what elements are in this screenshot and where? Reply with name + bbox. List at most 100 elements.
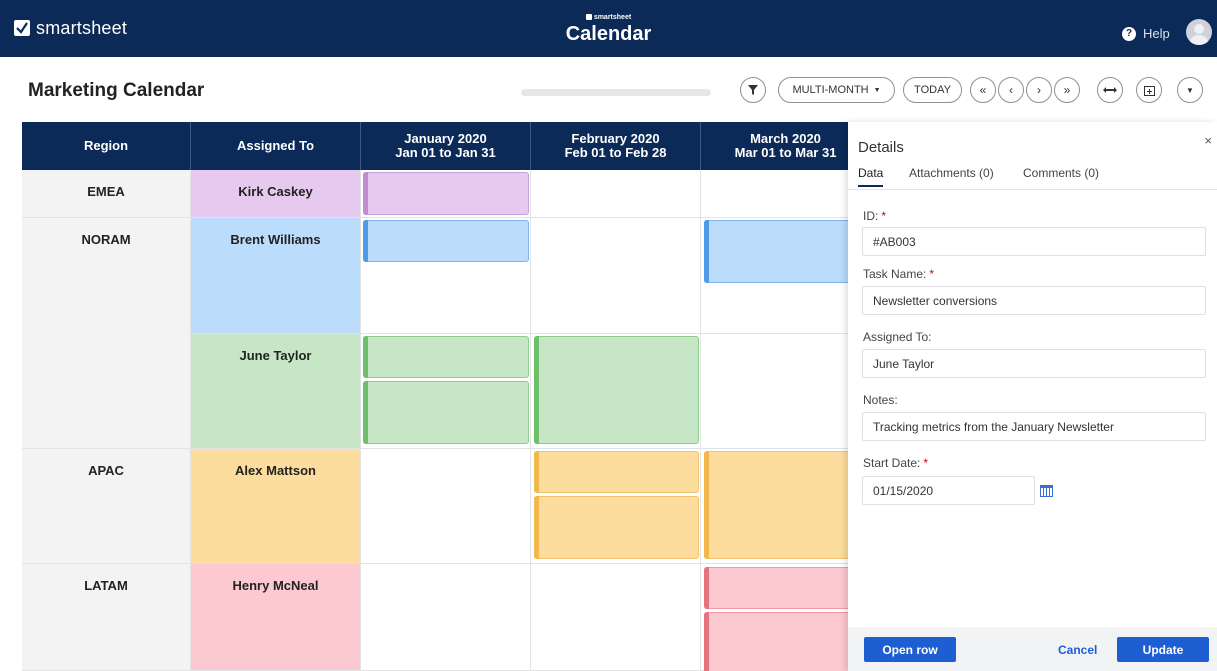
calendar-picker-icon[interactable] bbox=[1040, 485, 1053, 497]
header-label: January 2020 bbox=[404, 131, 487, 146]
calendar-grid: Region Assigned To January 2020 Jan 01 t… bbox=[22, 122, 870, 671]
filter-button[interactable] bbox=[740, 77, 766, 103]
event-bar[interactable] bbox=[363, 172, 529, 215]
event-bar[interactable] bbox=[704, 612, 870, 671]
event-bar-selected[interactable] bbox=[363, 381, 529, 444]
filter-icon bbox=[748, 85, 758, 95]
column-header-january[interactable]: January 2020 Jan 01 to Jan 31 bbox=[361, 122, 531, 170]
id-field[interactable]: #AB003 bbox=[862, 227, 1206, 256]
column-header-february[interactable]: February 2020 Feb 01 to Feb 28 bbox=[531, 122, 701, 170]
top-bar: smartsheet smartsheet Calendar ? Help bbox=[0, 0, 1217, 57]
tab-comments[interactable]: Comments (0) bbox=[1023, 166, 1099, 180]
details-title: Details bbox=[858, 139, 904, 156]
day-cell[interactable] bbox=[701, 170, 870, 218]
required-mark: * bbox=[923, 456, 929, 470]
required-mark: * bbox=[881, 209, 887, 223]
region-label: APAC bbox=[88, 463, 124, 478]
header-range: Mar 01 to Mar 31 bbox=[734, 145, 837, 160]
event-bar[interactable] bbox=[363, 336, 529, 378]
assignee-label: June Taylor bbox=[239, 348, 312, 363]
first-page-button[interactable]: « bbox=[970, 77, 996, 103]
header-label: Region bbox=[83, 138, 129, 153]
view-mode-dropdown[interactable]: MULTI-MONTH ▼ bbox=[778, 77, 895, 103]
prev-icon: ‹ bbox=[1009, 83, 1013, 97]
assignee-label: Kirk Caskey bbox=[238, 184, 313, 199]
region-label: LATAM bbox=[84, 578, 128, 593]
details-panel: Details × Data Attachments (0) Comments … bbox=[848, 122, 1217, 671]
id-label-text: ID: bbox=[863, 209, 879, 223]
assignee-cell-june-taylor[interactable]: June Taylor bbox=[191, 334, 361, 449]
help-icon: ? bbox=[1122, 26, 1136, 41]
assignee-cell-alex-mattson[interactable]: Alex Mattson bbox=[191, 449, 361, 564]
next-button[interactable]: › bbox=[1026, 77, 1052, 103]
event-bar[interactable] bbox=[704, 220, 870, 283]
prev-button[interactable]: ‹ bbox=[998, 77, 1024, 103]
event-bar[interactable] bbox=[534, 496, 699, 559]
column-header-assigned[interactable]: Assigned To bbox=[191, 122, 361, 170]
more-icon: ▼ bbox=[1186, 85, 1194, 95]
region-label: NORAM bbox=[81, 232, 131, 247]
next-icon: › bbox=[1037, 83, 1041, 97]
region-cell-emea: EMEA bbox=[22, 170, 191, 218]
day-cell[interactable] bbox=[701, 334, 870, 449]
event-bar[interactable] bbox=[704, 567, 870, 609]
event-bar[interactable] bbox=[704, 451, 870, 559]
open-row-button[interactable]: Open row bbox=[864, 637, 956, 662]
region-cell-latam: LATAM bbox=[22, 564, 191, 671]
more-options-button[interactable]: ▼ bbox=[1177, 77, 1203, 103]
app-title: Calendar bbox=[565, 23, 652, 45]
avatar-head bbox=[1194, 24, 1204, 34]
notes-label: Notes: bbox=[863, 393, 898, 407]
day-cell[interactable] bbox=[531, 170, 701, 218]
header-label: March 2020 bbox=[750, 131, 821, 146]
day-cell[interactable] bbox=[361, 564, 531, 671]
update-button[interactable]: Update bbox=[1117, 637, 1209, 662]
caret-down-icon: ▼ bbox=[873, 86, 881, 94]
region-cell-noram: NORAM bbox=[22, 218, 191, 449]
notes-field[interactable]: Tracking metrics from the January Newsle… bbox=[862, 412, 1206, 441]
event-bar[interactable] bbox=[534, 451, 699, 493]
assignee-cell-brent-williams[interactable]: Brent Williams bbox=[191, 218, 361, 334]
last-page-button[interactable]: » bbox=[1054, 77, 1080, 103]
page-title: Marketing Calendar bbox=[28, 80, 205, 101]
assignee-label: Alex Mattson bbox=[235, 463, 316, 478]
event-bar[interactable] bbox=[534, 336, 699, 444]
column-header-region[interactable]: Region bbox=[22, 122, 191, 170]
assignee-label: Henry McNeal bbox=[232, 578, 319, 593]
date-navigation: « ‹ › » bbox=[970, 77, 1080, 103]
calendar-add-button[interactable] bbox=[1136, 77, 1162, 103]
app-title-block: smartsheet Calendar bbox=[0, 12, 1217, 46]
assignee-cell-kirk-caskey[interactable]: Kirk Caskey bbox=[191, 170, 361, 218]
required-mark: * bbox=[929, 267, 935, 281]
day-cell[interactable] bbox=[531, 564, 701, 671]
start-date-label-text: Start Date: bbox=[863, 456, 921, 470]
help-label: Help bbox=[1143, 26, 1170, 41]
last-page-icon: » bbox=[1063, 83, 1071, 97]
avatar[interactable] bbox=[1186, 19, 1212, 45]
event-bar[interactable] bbox=[363, 220, 529, 262]
view-mode-label: MULTI-MONTH bbox=[792, 84, 869, 96]
small-logo-icon bbox=[585, 14, 592, 20]
close-icon[interactable]: × bbox=[1204, 133, 1212, 148]
tab-attachments[interactable]: Attachments (0) bbox=[909, 166, 994, 180]
tab-data[interactable]: Data bbox=[858, 166, 884, 187]
avatar-body bbox=[1190, 35, 1208, 45]
region-cell-apac: APAC bbox=[22, 449, 191, 564]
cancel-button[interactable]: Cancel bbox=[1058, 643, 1097, 657]
details-footer: Open row Cancel Update bbox=[848, 627, 1217, 671]
day-cell[interactable] bbox=[361, 449, 531, 564]
today-button[interactable]: TODAY bbox=[903, 77, 962, 103]
task-name-field[interactable]: Newsletter conversions bbox=[862, 286, 1206, 315]
fit-width-button[interactable] bbox=[1097, 77, 1123, 103]
calendar-add-icon bbox=[1143, 85, 1155, 96]
day-cell[interactable] bbox=[531, 218, 701, 334]
assignee-cell-henry-mcneal[interactable]: Henry McNeal bbox=[191, 564, 361, 671]
column-header-march[interactable]: March 2020 Mar 01 to Mar 31 bbox=[701, 122, 870, 170]
loading-bar bbox=[521, 89, 711, 96]
assigned-to-field[interactable]: June Taylor bbox=[862, 349, 1206, 378]
assigned-to-label-text: Assigned To: bbox=[863, 330, 932, 344]
header-range: Jan 01 to Jan 31 bbox=[395, 145, 496, 160]
start-date-field[interactable]: 01/15/2020 bbox=[862, 476, 1035, 505]
notes-label-text: Notes: bbox=[863, 393, 898, 407]
help-button[interactable]: ? Help bbox=[1122, 26, 1170, 41]
